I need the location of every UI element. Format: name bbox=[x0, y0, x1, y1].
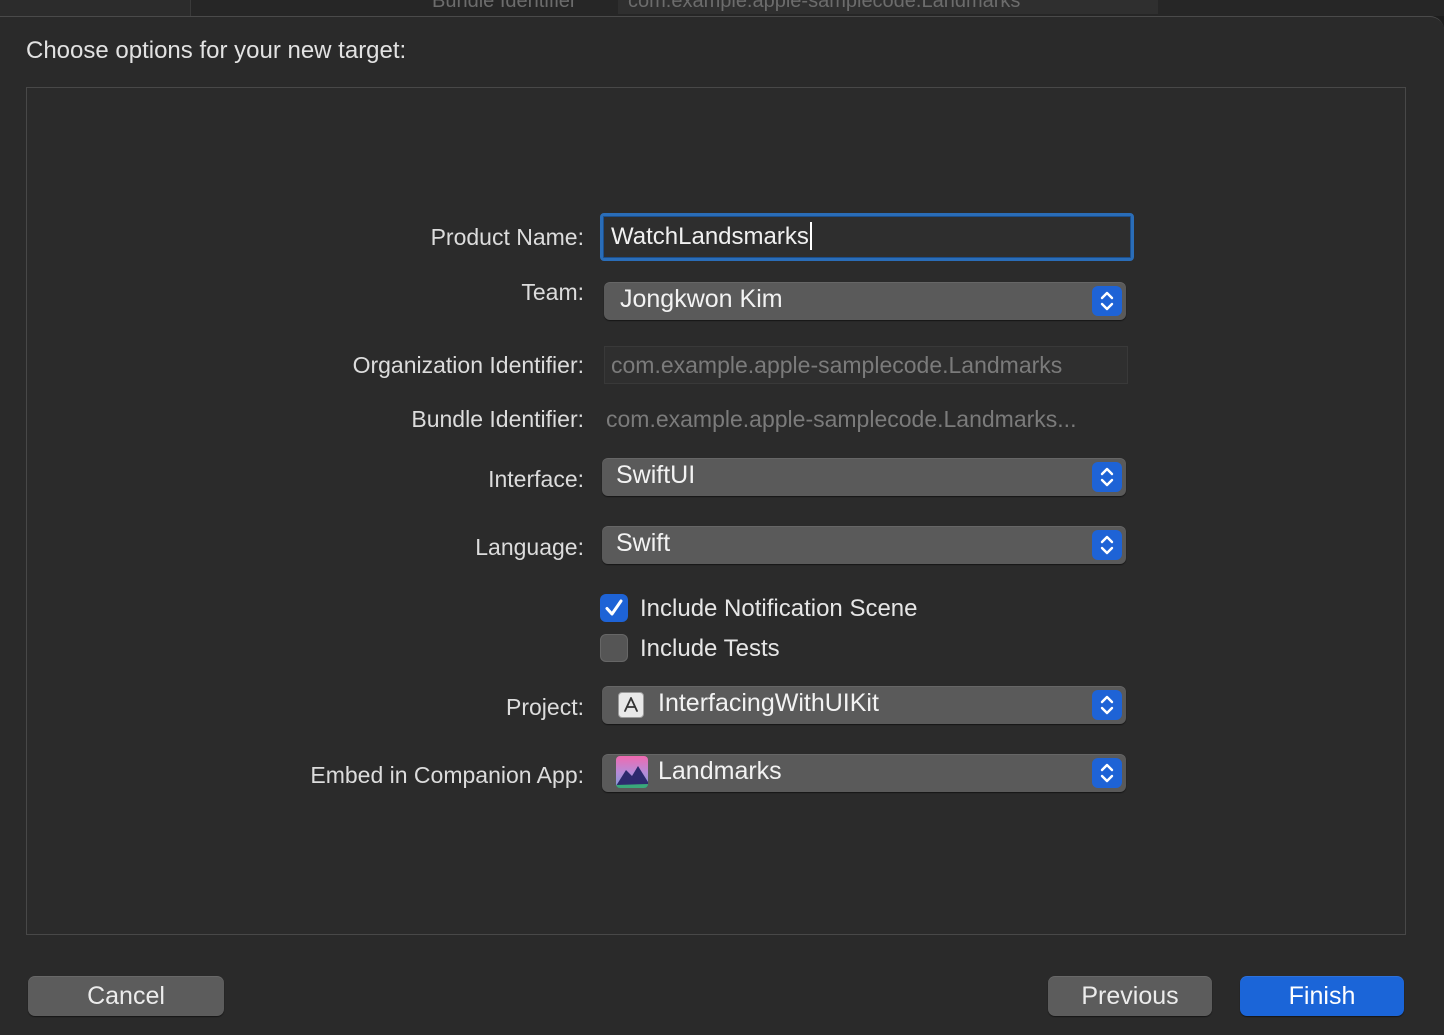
chevron-up-down-icon bbox=[1092, 758, 1122, 788]
chevron-up-down-icon bbox=[1092, 462, 1122, 492]
language-label: Language: bbox=[475, 534, 584, 560]
organization-identifier-field[interactable]: com.example.apple-samplecode.Landmarks bbox=[604, 346, 1128, 384]
include-notification-scene-checkbox[interactable] bbox=[600, 594, 628, 622]
chevron-up-down-icon bbox=[1092, 690, 1122, 720]
project-popup[interactable]: InterfacingWithUIKit bbox=[602, 686, 1126, 724]
sheet-title: Choose options for your new target: bbox=[26, 37, 407, 64]
text-caret bbox=[809, 221, 812, 250]
landmarks-app-icon bbox=[616, 756, 648, 788]
language-popup[interactable]: Swift bbox=[602, 526, 1126, 564]
language-value: Swift bbox=[616, 529, 671, 557]
background-bundle-value: com.example.apple-samplecode.Landmarks bbox=[628, 0, 1021, 12]
include-tests-checkbox[interactable] bbox=[600, 634, 628, 662]
checkmark-icon bbox=[605, 599, 623, 616]
embed-companion-popup[interactable]: Landmarks bbox=[602, 754, 1126, 792]
previous-button[interactable]: Previous bbox=[1048, 976, 1212, 1016]
team-label: Team: bbox=[521, 279, 584, 305]
team-popup[interactable]: Jongkwon Kim bbox=[604, 282, 1126, 320]
product-name-input[interactable]: WatchLandsmarks bbox=[600, 213, 1134, 261]
background-sidebar bbox=[0, 0, 191, 16]
embed-companion-label: Embed in Companion App: bbox=[310, 762, 584, 788]
product-name-label: Product Name: bbox=[430, 224, 584, 250]
product-name-value: WatchLandsmarks bbox=[611, 223, 809, 250]
bundle-identifier-value: com.example.apple-samplecode.Landmarks..… bbox=[606, 406, 1077, 432]
finish-button[interactable]: Finish bbox=[1240, 976, 1404, 1016]
include-tests-label[interactable]: Include Tests bbox=[640, 635, 780, 663]
xcode-project-icon bbox=[618, 692, 644, 718]
background-window: Bundle Identifier com.example.apple-samp… bbox=[0, 0, 1444, 16]
cancel-button[interactable]: Cancel bbox=[28, 976, 224, 1016]
interface-popup[interactable]: SwiftUI bbox=[602, 458, 1126, 496]
include-notification-scene-label[interactable]: Include Notification Scene bbox=[640, 595, 918, 623]
chevron-up-down-icon bbox=[1092, 286, 1122, 316]
embed-companion-value: Landmarks bbox=[658, 757, 782, 785]
background-bundle-label: Bundle Identifier bbox=[432, 0, 577, 12]
team-value: Jongkwon Kim bbox=[620, 285, 783, 313]
project-value: InterfacingWithUIKit bbox=[658, 689, 879, 717]
interface-label: Interface: bbox=[488, 466, 584, 492]
interface-value: SwiftUI bbox=[616, 461, 696, 489]
bundle-identifier-label: Bundle Identifier: bbox=[411, 406, 584, 432]
chevron-up-down-icon bbox=[1092, 530, 1122, 560]
project-label: Project: bbox=[506, 694, 584, 720]
organization-identifier-label: Organization Identifier: bbox=[352, 352, 584, 378]
